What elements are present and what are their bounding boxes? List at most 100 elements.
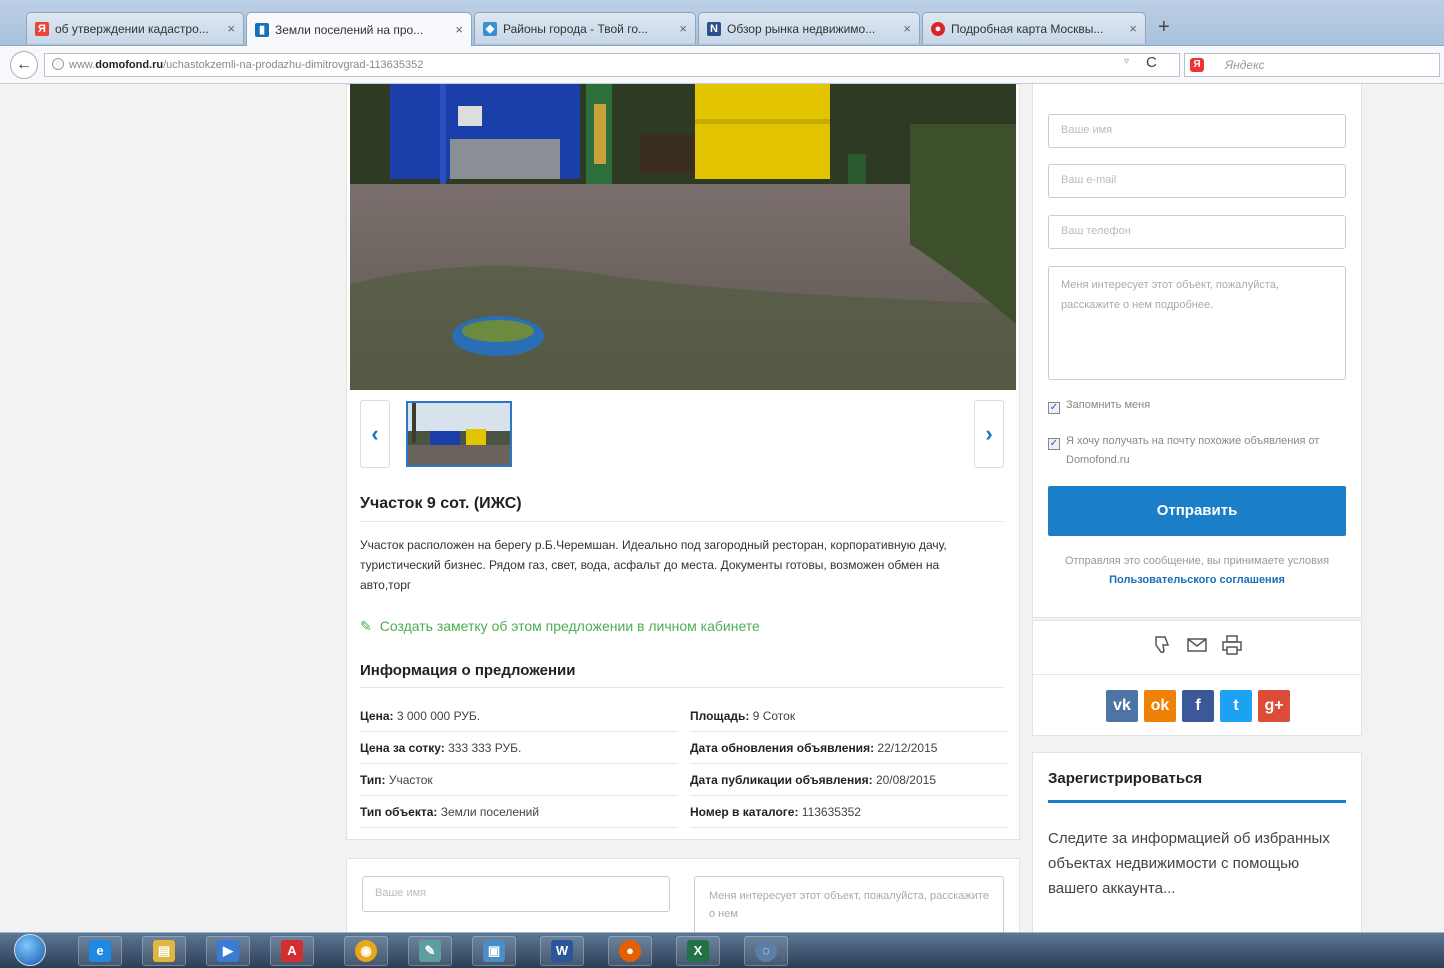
- gallery-thumbnail[interactable]: [406, 401, 512, 467]
- url-domain: domofond.ru: [95, 59, 164, 71]
- table-row: Цена: 3 000 000 РУБ. Площадь: 9 Соток: [360, 700, 1008, 732]
- checkbox-checked-icon[interactable]: ✓: [1048, 402, 1060, 414]
- info-published-date: Дата публикации объявления: 20/08/2015: [690, 764, 1008, 796]
- media-glyph: ▶: [217, 940, 239, 962]
- reload-button[interactable]: C: [1146, 54, 1157, 71]
- print-icon[interactable]: [1220, 634, 1244, 658]
- gallery-prev-button[interactable]: ‹: [360, 400, 390, 468]
- explorer-glyph: ▤: [153, 940, 175, 962]
- acrobat-glyph: A: [281, 940, 303, 962]
- screen-icon[interactable]: ▣: [472, 936, 516, 966]
- table-row: Тип объекта: Земли поселений Номер в кат…: [360, 796, 1008, 828]
- listing-photo[interactable]: [350, 84, 1016, 390]
- new-tab-button[interactable]: +: [1158, 16, 1170, 39]
- table-row: Тип: Участок Дата публикации объявления:…: [360, 764, 1008, 796]
- close-icon[interactable]: ×: [679, 21, 687, 36]
- word-glyph: W: [551, 940, 573, 962]
- tab-label: об утверждении кадастро...: [55, 21, 209, 36]
- subscribe-checkbox[interactable]: ✓ Я хочу получать на почту похожие объявл…: [1048, 432, 1338, 470]
- phone-field[interactable]: Ваш телефон: [1048, 215, 1346, 249]
- globe-icon: ◌: [52, 58, 64, 70]
- tab-market-review[interactable]: N Обзор рынка недвижимо... ×: [698, 12, 920, 44]
- google-plus-icon[interactable]: g+: [1258, 690, 1290, 722]
- table-row: Цена за сотку: 333 333 РУБ. Дата обновле…: [360, 732, 1008, 764]
- acrobat-icon[interactable]: A: [270, 936, 314, 966]
- register-underline: [1048, 800, 1346, 803]
- facebook-icon[interactable]: f: [1182, 690, 1214, 722]
- remember-me-label: Запомнить меня: [1066, 399, 1151, 411]
- info-price: Цена: 3 000 000 РУБ.: [360, 700, 678, 732]
- info-object-type: Тип объекта: Земли поселений: [360, 796, 678, 828]
- remember-me-checkbox[interactable]: ✓ Запомнить меня: [1048, 396, 1338, 415]
- map-pin-icon: ●: [931, 21, 945, 36]
- vk-icon[interactable]: vk: [1106, 690, 1138, 722]
- url-input[interactable]: www.domofond.ru/uchastokzemli-na-prodazh…: [44, 53, 1180, 77]
- info-heading: Информация о предложении: [360, 662, 1004, 688]
- tab-moscow-map[interactable]: ● Подробная карта Москвы... ×: [922, 12, 1146, 44]
- name-field[interactable]: Ваше имя: [1048, 114, 1346, 148]
- yandex-icon: Я: [35, 21, 49, 36]
- tab-cadastre[interactable]: Я об утверждении кадастро... ×: [26, 12, 244, 44]
- explorer-icon[interactable]: ▤: [142, 936, 186, 966]
- firefox-glyph: ●: [619, 940, 641, 962]
- app-glyph: ◌: [755, 940, 777, 962]
- close-icon[interactable]: ×: [903, 21, 911, 36]
- message-field[interactable]: Меня интересует этот объект, пожалуйста,…: [1048, 266, 1346, 380]
- close-icon[interactable]: ×: [455, 22, 463, 37]
- excel-icon[interactable]: X: [676, 936, 720, 966]
- register-title[interactable]: Зарегистрироваться: [1048, 770, 1202, 787]
- tab-label: Районы города - Твой го...: [503, 21, 648, 36]
- start-button-icon[interactable]: [14, 934, 46, 966]
- edit-icon: ✎: [360, 618, 372, 634]
- checkbox-checked-icon[interactable]: ✓: [1048, 438, 1060, 450]
- url-path: /uchastokzemli-na-prodazhu-dimitrovgrad-…: [163, 59, 424, 71]
- ie-icon[interactable]: e: [78, 936, 122, 966]
- tab-land-settlements[interactable]: ▮ Земли поселений на про... ×: [246, 12, 472, 46]
- word-icon[interactable]: W: [540, 936, 584, 966]
- url-prefix: www.: [69, 59, 96, 71]
- chrome-glyph: ◉: [355, 940, 377, 962]
- back-button[interactable]: ←: [10, 51, 38, 79]
- tab-label: Обзор рынка недвижимо...: [727, 21, 876, 36]
- close-icon[interactable]: ×: [227, 21, 235, 36]
- agreement-label: Отправляя это сообщение, вы принимаете у…: [1064, 555, 1330, 567]
- odnoklassniki-icon[interactable]: ok: [1144, 690, 1176, 722]
- create-note-label: Создать заметку об этом предложении в ли…: [379, 618, 760, 634]
- info-catalog-number: Номер в каталоге: 113635352: [690, 796, 1008, 828]
- search-input[interactable]: Яндекс: [1184, 53, 1440, 77]
- info-price-per-sotka: Цена за сотку: 333 333 РУБ.: [360, 732, 678, 764]
- user-agreement-link[interactable]: Пользовательского соглашения: [1109, 574, 1285, 586]
- dislike-icon[interactable]: [1150, 634, 1174, 658]
- site-icon: ◆: [483, 21, 497, 36]
- mail-icon[interactable]: [1185, 634, 1209, 658]
- actions-divider: [1032, 674, 1362, 675]
- tab-city-districts[interactable]: ◆ Районы города - Твой го... ×: [474, 12, 696, 44]
- paint-icon[interactable]: ✎: [408, 936, 452, 966]
- url-dropdown-icon[interactable]: ▿: [1124, 56, 1129, 67]
- agreement-text: Отправляя это сообщение, вы принимаете у…: [1048, 552, 1346, 590]
- info-updated-date: Дата обновления объявления: 22/12/2015: [690, 732, 1008, 764]
- browser-tab-bar: Я об утверждении кадастро... × ▮ Земли п…: [0, 0, 1444, 46]
- media-player-icon[interactable]: ▶: [206, 936, 250, 966]
- yandex-icon[interactable]: Я: [1190, 58, 1204, 72]
- bottom-name-field[interactable]: Ваше имя: [362, 876, 670, 912]
- site-icon: N: [707, 21, 721, 36]
- bottom-message-field[interactable]: Меня интересует этот объект, пожалуйста,…: [694, 876, 1004, 936]
- close-icon[interactable]: ×: [1129, 21, 1137, 36]
- gallery-next-button[interactable]: ›: [974, 400, 1004, 468]
- chrome-icon[interactable]: ◉: [344, 936, 388, 966]
- photo-image: [350, 84, 1016, 390]
- address-bar: ← www.domofond.ru/uchastokzemli-na-proda…: [0, 46, 1444, 84]
- register-text: Следите за информацией об избранных объе…: [1048, 830, 1330, 897]
- listing-title: Участок 9 сот. (ИЖС): [360, 495, 1004, 522]
- firefox-icon[interactable]: ●: [608, 936, 652, 966]
- app-icon[interactable]: ◌: [744, 936, 788, 966]
- listing-description: Участок расположен на берегу р.Б.Черемша…: [360, 538, 947, 592]
- info-type: Тип: Участок: [360, 764, 678, 796]
- email-field[interactable]: Ваш e-mail: [1048, 164, 1346, 198]
- twitter-icon[interactable]: t: [1220, 690, 1252, 722]
- create-note-link[interactable]: ✎ Создать заметку об этом предложении в л…: [360, 618, 760, 635]
- submit-button[interactable]: Отправить: [1048, 486, 1346, 536]
- bookmark-icon: ▮: [255, 22, 269, 37]
- tab-label: Земли поселений на про...: [275, 22, 424, 37]
